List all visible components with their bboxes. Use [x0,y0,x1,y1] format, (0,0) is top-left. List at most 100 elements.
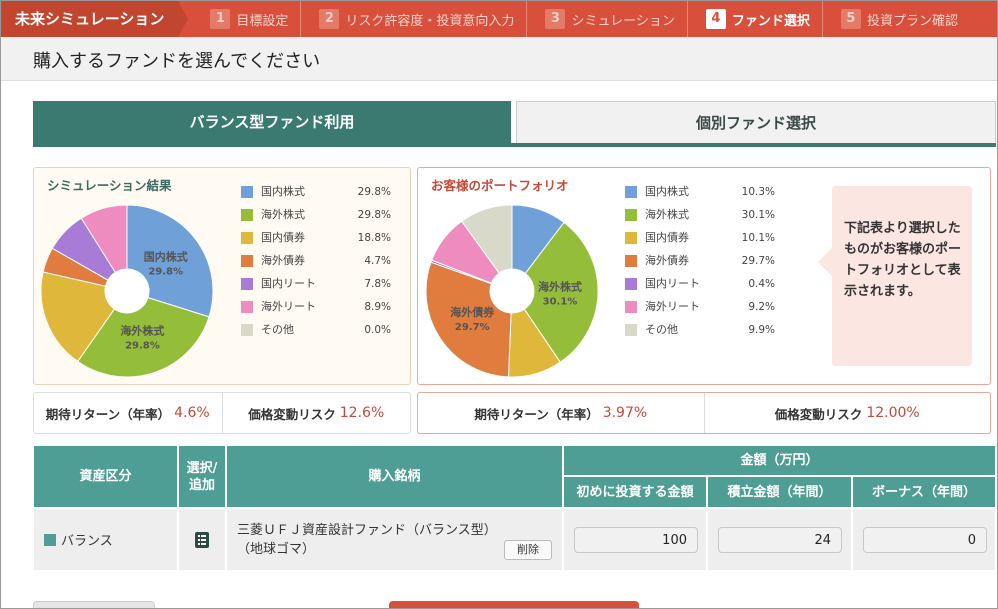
simulation-legend: 国内株式 29.8% 海外株式 29.8% 国内債券 18.8% 海外債券 4.7% 国内リート… [241,184,391,345]
header-amount: 金額（万円） [563,445,996,476]
step-label: 投資プラン確認 [866,13,958,29]
simulation-result-panel: シミュレーション結果 国内株式 29.8% 海外株式 29.8% 国内株式 29.8% 海… [33,167,411,385]
app-window: 未来シミュレーション 1 目標設定 2 リスク許容度・投資意向入力 3 シミュレ… [0,0,998,609]
pie-hole [105,269,149,313]
expected-return: 期待リターン（年率） 3.97% [418,393,704,433]
legend-swatch [625,186,637,198]
legend-swatch [241,209,253,221]
step-4[interactable]: 4 ファンド選択 [688,1,823,37]
legend-item: 海外債券 29.7% [625,253,775,276]
legend-percent: 18.8% [357,232,391,244]
legend-swatch [625,232,637,244]
step-label: ファンド選択 [731,13,810,29]
bonus-cell: 0 [852,508,996,571]
step-number: 3 [545,9,566,29]
step-number: 4 [705,9,726,29]
saving-cell: 24 [707,508,852,571]
saving-amount-input[interactable]: 24 [718,527,842,553]
legend-item: 海外債券 4.7% [241,253,391,276]
legend-item: 国内債券 18.8% [241,230,391,253]
legend-label: 国内リート [645,277,700,290]
expected-return-value: 3.97% [602,405,648,421]
initial-cell: 100 [563,508,707,571]
legend-swatch [241,186,253,198]
legend-item: 国内株式 10.3% [625,184,775,207]
legend-swatch [625,209,637,221]
expected-return-label: 期待リターン（年率） [474,406,599,422]
simulation-metrics: 期待リターン（年率） 4.6% 価格変動リスク 12.6% [33,392,411,434]
panel-title: シミュレーション結果 [47,178,172,193]
delete-button[interactable]: 削除 [504,540,552,560]
legend-percent: 29.8% [357,186,391,198]
panel-title: お客様のポートフォリオ [431,178,569,193]
asset-class-value: バランス [61,534,113,549]
bonus-amount-input[interactable]: 0 [863,527,987,553]
legend-label: その他 [645,323,678,336]
back-button[interactable] [33,601,155,608]
tab-individual-fund[interactable]: 個別ファンド選択 [516,101,996,143]
list-icon[interactable] [195,531,209,548]
legend-label: 海外リート [645,300,700,313]
app-title: 未来シミュレーション [1,1,189,37]
fund-name: 三菱ＵＦＪ資産設計ファンド（バランス型）（地球ゴマ） [237,523,497,557]
price-risk-label: 価格変動リスク [248,406,336,422]
step-5[interactable]: 5 投資プラン確認 [823,1,970,37]
legend-percent: 4.7% [364,255,391,267]
pie-value: 29.8% [125,340,160,351]
header-fund: 購入銘柄 [226,445,563,508]
pie-hole [490,269,534,313]
legend-item: 国内債券 10.1% [625,230,775,253]
legend-label: 国内株式 [645,185,689,198]
step-number: 1 [210,9,231,29]
legend-label: 海外株式 [261,208,305,221]
pie-label: 国内株式 [144,250,188,264]
legend-swatch [241,232,253,244]
initial-amount-input[interactable]: 100 [574,527,698,553]
tab-balanced-fund[interactable]: バランス型ファンド利用 [33,101,511,143]
legend-label: 国内債券 [261,231,305,244]
header-initial: 初めに投資する金額 [563,476,707,508]
legend-percent: 29.8% [357,209,391,221]
legend-percent: 0.0% [364,324,391,336]
legend-label: 海外債券 [645,254,689,267]
step-label: 目標設定 [236,13,289,29]
expected-return-label: 期待リターン（年率） [45,406,171,422]
legend-item: 国内リート 7.8% [241,276,391,299]
legend-swatch [241,301,253,313]
legend-label: その他 [261,323,294,336]
expected-return: 期待リターン（年率） 4.6% [34,393,222,433]
legend-percent: 29.7% [741,255,775,267]
expected-return-value: 4.6% [174,405,210,421]
asset-color-swatch [44,533,56,546]
step-number: 2 [319,9,340,29]
legend-item: 海外リート 9.2% [625,299,775,322]
legend-percent: 10.3% [741,186,775,198]
pie-label: 海外株式 [538,279,582,293]
fund-table: 資産区分 選択/ 追加 購入銘柄 金額（万円） 初めに投資する金額 積立金額（年… [33,445,996,571]
portfolio-pie-chart: 海外株式 30.1% 海外債券 29.7% [425,204,599,378]
price-risk: 価格変動リスク 12.00% [703,393,991,433]
pie-label: 海外株式 [120,323,164,337]
step-2[interactable]: 2 リスク許容度・投資意向入力 [301,1,528,37]
next-button[interactable] [389,601,639,608]
legend-percent: 8.9% [364,301,391,313]
legend-item: 海外株式 30.1% [625,207,775,230]
step-1[interactable]: 1 目標設定 [192,1,302,37]
price-risk-value: 12.6% [339,405,385,421]
legend-percent: 30.1% [741,209,775,221]
step-3[interactable]: 3 シミュレーション [527,1,688,37]
legend-label: 国内リート [261,277,316,290]
legend-label: 国内債券 [645,231,689,244]
step-navigation: 未来シミュレーション 1 目標設定 2 リスク許容度・投資意向入力 3 シミュレ… [1,1,997,37]
legend-percent: 9.9% [748,324,775,336]
header-select: 選択/ 追加 [178,445,226,508]
legend-label: 国内株式 [261,185,305,198]
legend-item: 国内株式 29.8% [241,184,391,207]
price-risk: 価格変動リスク 12.6% [221,393,411,433]
pie-value: 29.8% [148,267,183,278]
step-label: シミュレーション [571,13,675,29]
portfolio-callout: 下記表より選択したものがお客様のポートフォリオとして表示されます。 [818,186,972,366]
legend-swatch [241,255,253,267]
fund-cell: 三菱ＵＦＪ資産設計ファンド（バランス型）（地球ゴマ） 削除 [226,508,563,571]
select-cell [178,508,226,571]
